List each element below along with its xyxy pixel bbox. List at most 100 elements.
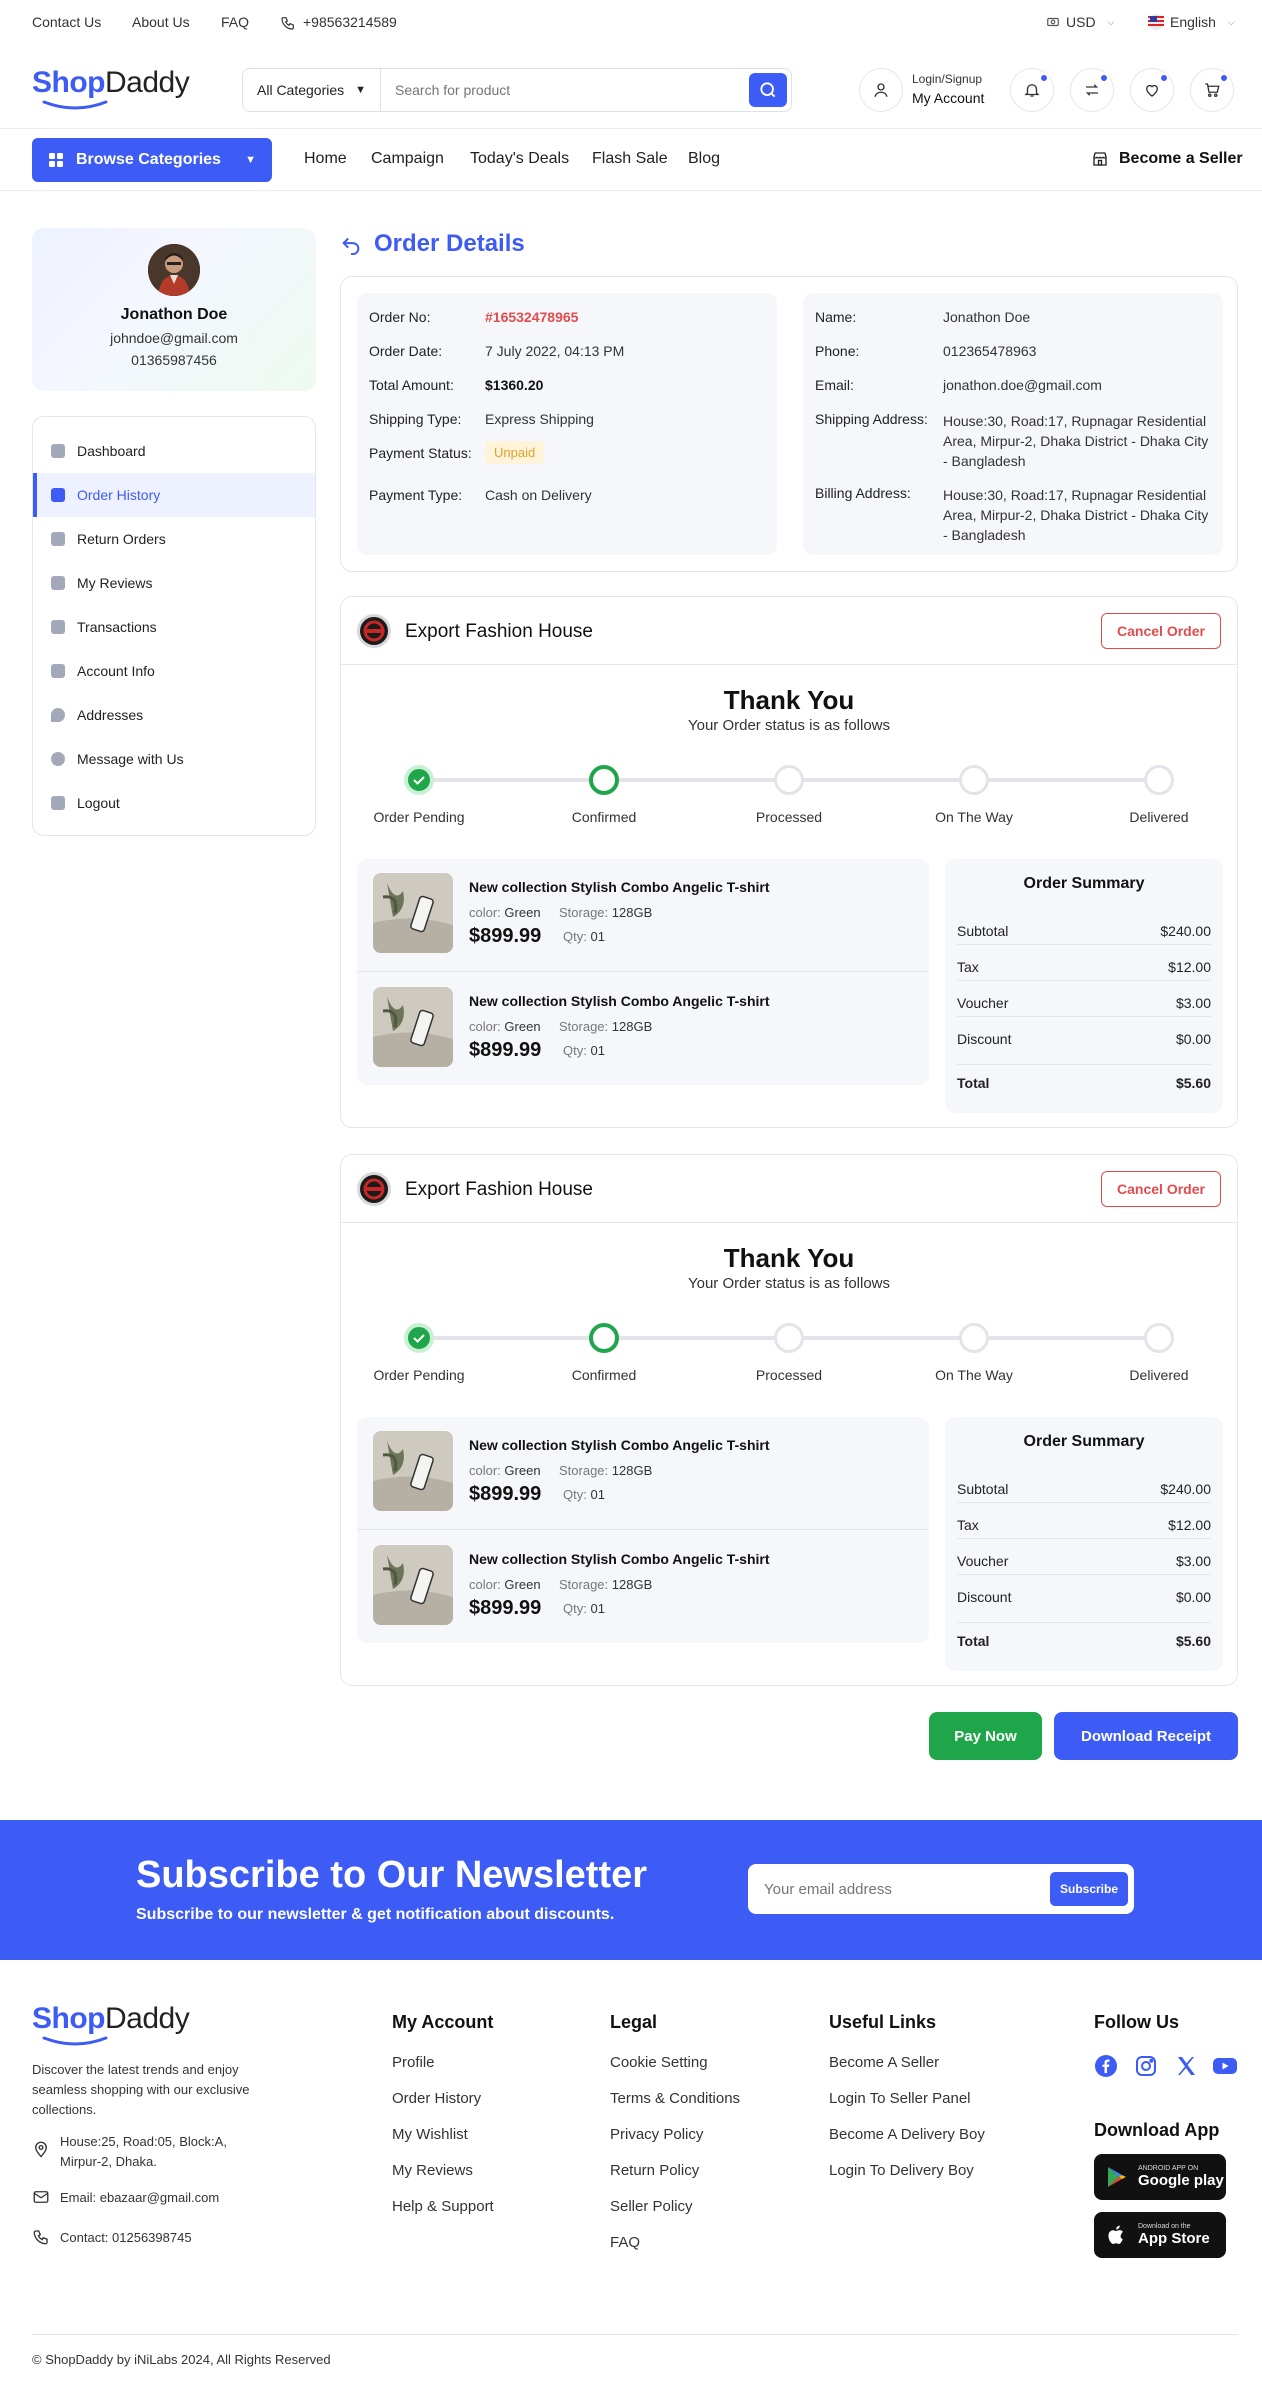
- search-button[interactable]: [749, 73, 787, 107]
- follow-us-title: Follow Us: [1094, 2012, 1179, 2032]
- browse-categories-button[interactable]: Browse Categories ▼: [32, 138, 272, 182]
- footer-link[interactable]: Login To Delivery Boy: [829, 2162, 974, 2179]
- user-icon: [872, 81, 890, 99]
- sidebar-item-addresses[interactable]: Addresses: [33, 693, 315, 737]
- phone-icon: [280, 15, 296, 31]
- product-color: color: Green: [469, 1577, 541, 1592]
- account-bottom-label[interactable]: My Account: [912, 90, 984, 106]
- footer-link[interactable]: Cookie Setting: [610, 2054, 708, 2071]
- footer-logo[interactable]: ShopDaddy: [32, 2002, 190, 2046]
- cancel-order-button[interactable]: Cancel Order: [1101, 1171, 1221, 1207]
- step-label: Processed: [755, 809, 823, 825]
- notifications-button[interactable]: [1010, 68, 1054, 112]
- footer-link[interactable]: Become A Seller: [829, 2054, 939, 2071]
- product-name[interactable]: New collection Stylish Combo Angelic T-s…: [469, 1437, 770, 1453]
- email-value: jonathon.doe@gmail.com: [943, 377, 1102, 393]
- bag-icon: [51, 488, 65, 502]
- footer-link[interactable]: My Reviews: [392, 2162, 473, 2179]
- account-button[interactable]: [859, 68, 903, 112]
- list-item[interactable]: [373, 987, 453, 1067]
- footer-link[interactable]: Seller Policy: [610, 2198, 693, 2215]
- product-image: [373, 873, 453, 953]
- logo[interactable]: ShopDaddy: [32, 66, 190, 110]
- back-arrow-icon[interactable]: [340, 233, 362, 255]
- apple-icon: [1106, 2223, 1128, 2247]
- product-name[interactable]: New collection Stylish Combo Angelic T-s…: [469, 879, 770, 895]
- footer-link[interactable]: Terms & Conditions: [610, 2090, 740, 2107]
- account-top-label[interactable]: Login/Signup: [912, 72, 982, 86]
- list-item[interactable]: [373, 1431, 453, 1511]
- footer-link[interactable]: Profile: [392, 2054, 435, 2071]
- download-receipt-button[interactable]: Download Receipt: [1054, 1712, 1238, 1760]
- caret-down-icon: ▼: [355, 84, 366, 96]
- step-label: Delivered: [1129, 809, 1189, 825]
- sidebar-item-transactions[interactable]: Transactions: [33, 605, 315, 649]
- shop-header: Export Fashion House Cancel Order: [341, 597, 1237, 665]
- sidebar-item-my-reviews[interactable]: My Reviews: [33, 561, 315, 605]
- app-store-big-text: App Store: [1138, 2230, 1210, 2247]
- summary-row-subtotal: Subtotal $240.00: [957, 909, 1211, 945]
- language-select[interactable]: English ⌵: [1148, 14, 1235, 30]
- nav-campaign[interactable]: Campaign: [371, 150, 444, 168]
- list-item[interactable]: [373, 1545, 453, 1625]
- sidebar-item-return-orders[interactable]: Return Orders: [33, 517, 315, 561]
- currency-value: USD: [1066, 14, 1096, 30]
- instagram-icon[interactable]: [1134, 2054, 1158, 2078]
- app-store-button[interactable]: Download on the App Store: [1094, 2212, 1226, 2258]
- nav-blog[interactable]: Blog: [688, 150, 720, 168]
- shipping-type-value: Express Shipping: [485, 411, 594, 427]
- cart-icon: [1203, 81, 1221, 99]
- product-qty: Qty: 01: [563, 929, 605, 944]
- order-summary: Order Summary Subtotal $240.00 Tax $12.00 …: [945, 1417, 1223, 1671]
- product-qty: Qty: 01: [563, 1043, 605, 1058]
- sidebar-item-account-info[interactable]: Account Info: [33, 649, 315, 693]
- footer-link[interactable]: FAQ: [610, 2234, 640, 2251]
- cart-button[interactable]: [1190, 68, 1234, 112]
- subscribe-button[interactable]: Subscribe: [1050, 1872, 1128, 1906]
- footer-link[interactable]: Login To Seller Panel: [829, 2090, 971, 2107]
- grid-icon: [48, 152, 64, 168]
- pay-now-button[interactable]: Pay Now: [929, 1712, 1042, 1760]
- compare-button[interactable]: [1070, 68, 1114, 112]
- thank-you-subtitle: Your Order status is as follows: [687, 1275, 891, 1292]
- order-items: New collection Stylish Combo Angelic T-s…: [357, 1417, 929, 1643]
- faq-link[interactable]: FAQ: [221, 14, 249, 30]
- footer-link[interactable]: Privacy Policy: [610, 2126, 703, 2143]
- product-name[interactable]: New collection Stylish Combo Angelic T-s…: [469, 993, 770, 1009]
- sidebar-item-message[interactable]: Message with Us: [33, 737, 315, 781]
- about-us-link[interactable]: About Us: [132, 14, 190, 30]
- nav-todays-deals[interactable]: Today's Deals: [470, 150, 569, 168]
- download-app-title: Download App: [1094, 2120, 1220, 2140]
- sidebar-item-order-history[interactable]: Order History: [33, 473, 315, 517]
- youtube-icon[interactable]: [1212, 2054, 1238, 2078]
- category-dropdown[interactable]: All Categories ▼: [243, 69, 381, 111]
- item-divider: [357, 971, 929, 972]
- nav-home[interactable]: Home: [304, 150, 347, 168]
- currency-select[interactable]: USD ⌵: [1046, 14, 1114, 30]
- footer-link[interactable]: Return Policy: [610, 2162, 699, 2179]
- sidebar-item-dashboard[interactable]: Dashboard: [33, 429, 315, 473]
- nav-flash-sale[interactable]: Flash Sale: [592, 150, 668, 168]
- x-twitter-icon[interactable]: [1174, 2054, 1198, 2078]
- become-seller-link[interactable]: Become a Seller: [1091, 150, 1243, 168]
- footer-link[interactable]: Become A Delivery Boy: [829, 2126, 985, 2143]
- footer-link[interactable]: Order History: [392, 2090, 481, 2107]
- facebook-icon[interactable]: [1094, 2054, 1118, 2078]
- footer-link[interactable]: Help & Support: [392, 2198, 494, 2215]
- sidebar-item-logout[interactable]: Logout: [33, 781, 315, 825]
- chevron-down-icon: ⌵: [1227, 16, 1235, 27]
- cancel-order-button[interactable]: Cancel Order: [1101, 613, 1221, 649]
- contact-us-link[interactable]: Contact Us: [32, 14, 101, 30]
- shipping-address-value: House:30, Road:17, Rupnagar Residential …: [943, 413, 1209, 469]
- footer-link[interactable]: My Wishlist: [392, 2126, 468, 2143]
- billing-address-value: House:30, Road:17, Rupnagar Residential …: [943, 487, 1209, 543]
- search-input[interactable]: [381, 69, 749, 111]
- newsletter-email-input[interactable]: [748, 1880, 1050, 1898]
- list-item[interactable]: [373, 873, 453, 953]
- account-menu: Dashboard Order History Return Orders My…: [32, 416, 316, 836]
- product-name[interactable]: New collection Stylish Combo Angelic T-s…: [469, 1551, 770, 1567]
- order-summary-info: Order No: #16532478965 Order Date: 7 Jul…: [357, 293, 777, 555]
- google-play-button[interactable]: ANDROID APP ON Google play: [1094, 2154, 1226, 2200]
- step-on-the-way: [959, 765, 989, 795]
- wishlist-button[interactable]: [1130, 68, 1174, 112]
